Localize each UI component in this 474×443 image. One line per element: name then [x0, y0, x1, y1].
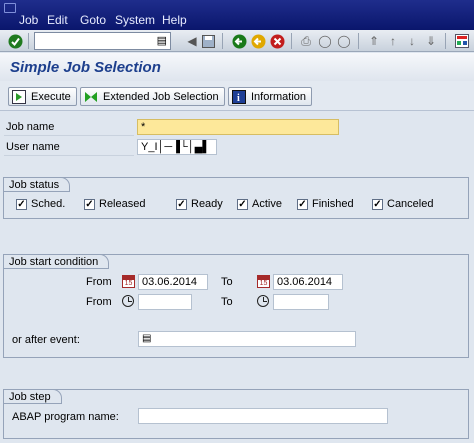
calendar-icon[interactable]: 15 — [257, 275, 270, 288]
value-help-icon[interactable]: ▤ — [142, 333, 352, 344]
enter-icon[interactable] — [7, 33, 23, 49]
menu-system[interactable]: System — [115, 13, 155, 27]
checkbox-box[interactable]: ✓ — [176, 198, 187, 210]
menu-bar: Job Edit Goto System Help — [0, 0, 474, 30]
standard-toolbar: ▤ ◀ ⎙ ◯ ◯ ⇑ ↑ ↓ ⇓ — [0, 30, 474, 52]
checkbox-box[interactable]: ✓ — [297, 198, 308, 210]
application-toolbar: Execute Extended Job Selection i Informa… — [0, 81, 474, 111]
print-icon[interactable]: ⎙ — [298, 33, 314, 49]
after-event-label: or after event: — [12, 334, 80, 346]
job-start-condition-title: Job start condition — [3, 254, 110, 269]
next-page-icon[interactable]: ↓ — [404, 33, 420, 49]
execute-icon — [12, 89, 26, 104]
last-page-icon[interactable]: ⇓ — [423, 33, 439, 49]
sched-checkbox[interactable]: ✓ Sched. — [16, 198, 65, 210]
previous-page-icon[interactable]: ↑ — [385, 33, 401, 49]
job-status-group: Job status ✓ Sched. ✓ Released ✓ Ready ✓ Act… — [3, 177, 469, 219]
job-step-group: Job step ABAP program name: — [3, 389, 469, 439]
toolbar-separator — [28, 33, 29, 49]
toolbar-separator — [222, 33, 223, 49]
from-date-label: From — [86, 276, 112, 288]
back-icon[interactable] — [231, 33, 247, 49]
clock-icon[interactable] — [257, 295, 269, 307]
toolbar-separator — [445, 33, 446, 49]
job-step-title: Job step — [3, 389, 62, 404]
collapse-command-icon[interactable]: ◀ — [184, 33, 200, 49]
to-date-field[interactable]: 03.06.2014 — [273, 274, 343, 290]
svg-text:i: i — [237, 93, 240, 104]
label-underline — [4, 135, 134, 136]
checkbox-box[interactable]: ✓ — [16, 198, 27, 210]
checkbox-box[interactable]: ✓ — [84, 198, 95, 210]
to-time-label: To — [221, 296, 233, 308]
calendar-icon[interactable]: 15 — [122, 275, 135, 288]
toolbar-separator — [358, 33, 359, 49]
exit-icon[interactable] — [250, 33, 266, 49]
abap-program-field[interactable] — [138, 408, 388, 424]
to-date-label: To — [221, 276, 233, 288]
label-underline — [4, 155, 134, 156]
active-checkbox[interactable]: ✓ Active — [237, 198, 282, 210]
user-name-field[interactable]: Y_I│─▐└│▄▌ — [137, 139, 217, 155]
execute-button[interactable]: Execute — [8, 87, 77, 106]
find-icon[interactable]: ◯ — [317, 33, 333, 49]
from-date-field[interactable]: 03.06.2014 — [138, 274, 208, 290]
released-checkbox[interactable]: ✓ Released — [84, 198, 145, 210]
abap-program-label: ABAP program name: — [12, 411, 119, 423]
from-time-field[interactable] — [138, 294, 192, 310]
user-name-label: User name — [6, 141, 60, 153]
command-field[interactable]: ▤ — [34, 32, 171, 50]
menu-goto[interactable]: Goto — [80, 13, 106, 27]
dropdown-icon[interactable]: ▤ — [157, 34, 167, 47]
page-title: Simple Job Selection — [10, 59, 161, 76]
checkbox-box[interactable]: ✓ — [237, 198, 248, 210]
menu-help[interactable]: Help — [162, 13, 187, 27]
canceled-checkbox[interactable]: ✓ Canceled — [372, 198, 433, 210]
job-status-title: Job status — [3, 177, 71, 192]
extended-job-selection-button[interactable]: Extended Job Selection — [80, 87, 225, 106]
sap-window-icon[interactable] — [4, 3, 16, 13]
ready-checkbox[interactable]: ✓ Ready — [176, 198, 223, 210]
cancel-icon[interactable] — [269, 33, 285, 49]
after-event-field[interactable]: ▤ — [138, 331, 356, 347]
job-start-condition-group: Job start condition From 15 03.06.2014 T… — [3, 254, 469, 358]
layout-menu-icon[interactable] — [454, 33, 470, 49]
first-page-icon[interactable]: ⇑ — [366, 33, 382, 49]
menu-job[interactable]: Job — [19, 13, 38, 27]
extended-selection-icon — [84, 90, 98, 104]
clock-icon[interactable] — [122, 295, 134, 307]
information-button[interactable]: i Information — [228, 87, 313, 106]
toolbar-separator — [291, 33, 292, 49]
job-name-field[interactable]: * — [137, 119, 339, 135]
save-icon[interactable] — [200, 33, 216, 49]
job-name-label: Job name — [6, 121, 55, 133]
title-bar: Simple Job Selection — [0, 53, 474, 81]
information-icon: i — [232, 89, 246, 104]
from-time-label: From — [86, 296, 112, 308]
menu-edit[interactable]: Edit — [47, 13, 68, 27]
finished-checkbox[interactable]: ✓ Finished — [297, 198, 354, 210]
find-next-icon[interactable]: ◯ — [336, 33, 352, 49]
checkbox-box[interactable]: ✓ — [372, 198, 383, 210]
to-time-field[interactable] — [273, 294, 329, 310]
